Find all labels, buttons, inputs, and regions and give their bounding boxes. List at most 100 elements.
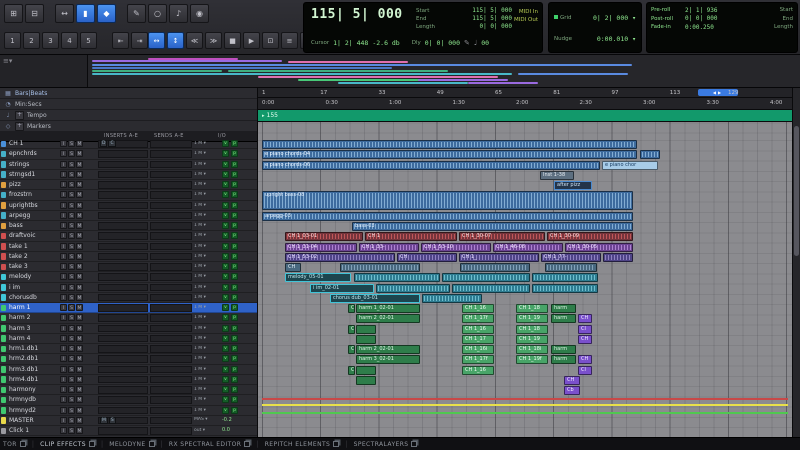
track-i-button[interactable]: I [60, 325, 67, 332]
io-selector[interactable]: 1 M ▾ [194, 315, 220, 320]
track-p-button[interactable]: p [231, 202, 238, 209]
track-p-button[interactable]: p [231, 232, 238, 239]
track-s-button[interactable]: S [68, 366, 75, 373]
audio-clip[interactable] [640, 150, 660, 159]
sends-cell[interactable] [150, 181, 192, 189]
track-name[interactable]: hrmnydb [9, 396, 58, 403]
track-i-button[interactable]: I [60, 396, 67, 403]
audio-clip[interactable]: CH 1_17f [462, 355, 494, 364]
track-s-button[interactable]: S [68, 171, 75, 178]
track-m-button[interactable]: M [76, 314, 83, 321]
go-to-start-button[interactable]: ⇤ [112, 32, 129, 49]
track-s-button[interactable]: S [68, 314, 75, 321]
track-row[interactable]: chorusdbISM1 M ▾vp [0, 293, 257, 303]
track-p-button[interactable]: p [231, 314, 238, 321]
track-s-button[interactable]: S [68, 417, 75, 424]
audio-clip[interactable]: i im_02-01 [310, 284, 374, 293]
track-row[interactable]: epnchrdsISM1 M ▾vp [0, 149, 257, 159]
track-name[interactable]: draftvoic [9, 232, 58, 239]
io-selector[interactable]: 1 M ▾ [194, 213, 220, 218]
track-p-button[interactable]: p [231, 366, 238, 373]
inserts-cell[interactable] [98, 427, 148, 435]
track-v-button[interactable]: v [222, 273, 229, 280]
track-p-button[interactable]: p [231, 376, 238, 383]
track-name[interactable]: Click 1 [9, 427, 58, 434]
post-roll-value[interactable]: 0| 0| 000 [685, 15, 737, 22]
track-row[interactable]: hrm2.db1ISM1 M ▾vp [0, 354, 257, 364]
automation-line[interactable] [262, 412, 788, 414]
track-i-button[interactable]: I [60, 243, 67, 250]
track-i-button[interactable]: I [60, 407, 67, 414]
markers-ruler[interactable]: ▸155 [258, 110, 792, 122]
track-p-button[interactable]: p [231, 191, 238, 198]
insert-slot[interactable]: M [100, 417, 108, 424]
ruler-item-markers[interactable]: ◇+Markers [0, 121, 257, 132]
track-row[interactable]: harm 3ISM1 M ▾vp [0, 324, 257, 334]
track-lanes[interactable]: e piano chords-04e piano chords-06e pian… [258, 122, 792, 437]
audio-clip[interactable]: CH 1_18 [516, 304, 548, 313]
audio-clip[interactable]: CH 1_19 [516, 314, 548, 323]
track-row[interactable]: take 1ISM1 M ▾vp [0, 242, 257, 252]
zoom-in-button[interactable]: ⊟ [25, 4, 44, 23]
sends-cell[interactable] [150, 140, 192, 148]
track-row[interactable]: MASTERISMMSMAS ▾-0.2 [0, 416, 257, 426]
io-selector[interactable]: 1 M ▾ [194, 387, 220, 392]
track-i-button[interactable]: I [60, 386, 67, 393]
track-p-button[interactable]: p [231, 396, 238, 403]
track-s-button[interactable]: S [68, 161, 75, 168]
bottom-tab[interactable]: REPITCH ELEMENTS [265, 441, 340, 448]
audio-clip[interactable]: harm [551, 304, 576, 313]
io-selector[interactable]: 1 M ▾ [194, 233, 220, 238]
audio-clip[interactable]: CH 1_16 [462, 366, 494, 375]
track-m-button[interactable]: M [76, 355, 83, 362]
ruler-item-bars-beats[interactable]: ▦Bars|Beats [0, 88, 257, 99]
memory-location-button-2[interactable]: 2 [23, 32, 40, 49]
track-name[interactable]: epnchrds [9, 150, 58, 157]
memory-location-button-3[interactable]: 3 [42, 32, 59, 49]
track-name[interactable]: harm 3 [9, 325, 58, 332]
audio-clip[interactable]: C [348, 304, 355, 313]
io-selector[interactable]: out ▾ [194, 428, 220, 433]
audio-clip[interactable] [545, 263, 597, 272]
track-row[interactable]: take 3ISM1 M ▾vp [0, 262, 257, 272]
track-p-button[interactable]: p [231, 407, 238, 414]
audio-clip[interactable]: chorus dub_03-01 [330, 294, 420, 303]
track-i-button[interactable]: I [60, 202, 67, 209]
link-track-button[interactable]: ↕ [167, 32, 184, 49]
delay-compensation-button[interactable]: Dly [412, 40, 421, 46]
audio-clip[interactable]: CH 1_ [459, 253, 539, 262]
inserts-cell[interactable]: DC [98, 140, 148, 148]
audio-clip[interactable]: CH 1_30-07 [459, 232, 545, 241]
track-i-button[interactable]: I [60, 273, 67, 280]
inserts-cell[interactable] [98, 335, 148, 343]
track-m-button[interactable]: M [76, 150, 83, 157]
track-p-button[interactable]: p [231, 304, 238, 311]
audio-clip[interactable]: CH 1_03-01 [285, 232, 363, 241]
track-i-button[interactable]: I [60, 294, 67, 301]
track-m-button[interactable]: M [76, 417, 83, 424]
track-s-button[interactable]: S [68, 345, 75, 352]
insert-slot[interactable]: C [108, 140, 115, 147]
sends-cell[interactable] [150, 396, 192, 404]
audio-clip[interactable]: harm 1_02-01 [356, 304, 420, 313]
track-m-button[interactable]: M [76, 202, 83, 209]
ruler-item-markers-add-button[interactable]: + [15, 122, 24, 131]
trim-tool-button[interactable]: ↔ [55, 4, 74, 23]
sends-cell[interactable] [150, 284, 192, 292]
track-v-button[interactable]: v [222, 212, 229, 219]
io-selector[interactable]: 1 M ▾ [194, 264, 220, 269]
audio-clip[interactable]: CH 1_33- [359, 243, 419, 252]
audio-clip[interactable]: CH [397, 253, 457, 262]
track-name[interactable]: harm 2 [9, 314, 58, 321]
track-row[interactable]: hrm1.db1ISM1 M ▾vp [0, 344, 257, 354]
track-m-button[interactable]: M [76, 427, 83, 434]
inserts-cell[interactable] [98, 396, 148, 404]
track-v-button[interactable]: v [222, 171, 229, 178]
track-v-button[interactable]: v [222, 222, 229, 229]
inserts-cell[interactable] [98, 161, 148, 169]
track-v-button[interactable]: v [222, 335, 229, 342]
track-name[interactable]: take 3 [9, 263, 58, 270]
ruler-item-tempo[interactable]: ♩+Tempo [0, 110, 257, 121]
track-name[interactable]: MASTER [9, 417, 58, 424]
track-s-button[interactable]: S [68, 427, 75, 434]
